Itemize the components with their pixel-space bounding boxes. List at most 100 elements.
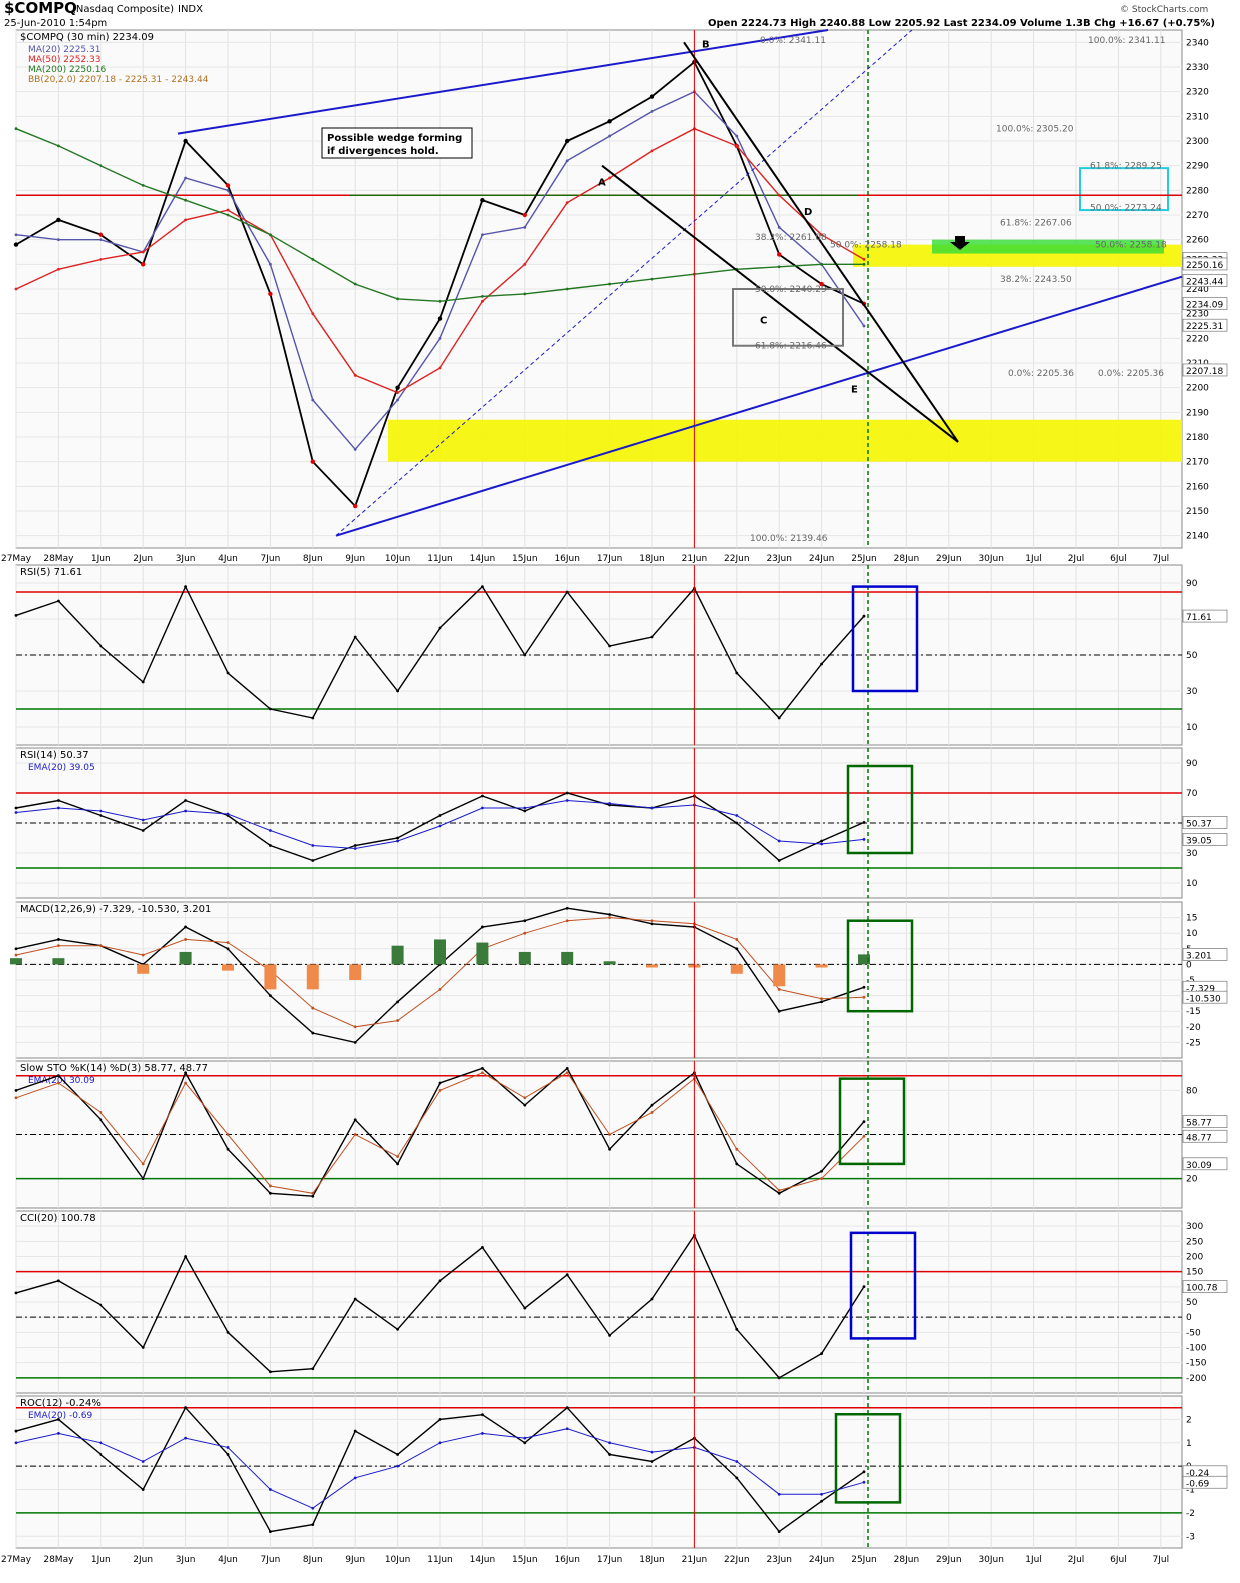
data-point xyxy=(99,1303,103,1307)
data-point xyxy=(735,1460,739,1463)
data-point xyxy=(650,922,654,926)
data-point xyxy=(523,1306,527,1310)
data-point xyxy=(820,842,823,846)
data-point xyxy=(481,585,484,588)
data-point xyxy=(820,997,823,1001)
y-tick-label: 300 xyxy=(1186,1222,1203,1232)
data-point xyxy=(396,689,399,693)
x-tick-label: 2Jul xyxy=(1068,554,1085,564)
data-point xyxy=(311,1506,315,1510)
macd-histogram-bar xyxy=(306,964,319,990)
data-point xyxy=(523,931,527,935)
data-point xyxy=(141,184,145,187)
data-point xyxy=(141,250,145,254)
value-box-label: -0.69 xyxy=(1186,1479,1210,1489)
data-point xyxy=(184,1436,188,1440)
brand-label: © StockCharts.com xyxy=(1120,5,1208,15)
data-point xyxy=(481,806,484,810)
data-point xyxy=(608,1147,611,1151)
macd-histogram-bar xyxy=(179,951,192,965)
data-point xyxy=(269,1184,272,1188)
macd-histogram-bar xyxy=(349,964,362,980)
data-point xyxy=(777,193,781,197)
data-point xyxy=(735,1327,739,1331)
y-tick-label: 10 xyxy=(1186,723,1198,733)
data-point xyxy=(650,1111,654,1114)
data-point xyxy=(353,844,357,847)
data-point xyxy=(311,312,315,316)
price-stats: Open 2224.73 High 2240.88 Low 2205.92 La… xyxy=(708,18,1215,29)
data-point xyxy=(184,925,188,929)
value-box-label: 2250.16 xyxy=(1186,261,1223,271)
x-tick-label: 17Jun xyxy=(597,1555,623,1565)
x-tick-label: 28May xyxy=(43,554,74,564)
data-point xyxy=(396,1155,399,1158)
data-point xyxy=(862,995,866,999)
data-point xyxy=(226,671,230,675)
legend-entry: EMA(20) -0.69 xyxy=(28,1411,93,1421)
x-tick-label: 14Jun xyxy=(470,1555,496,1565)
x-tick-label: 28Jun xyxy=(894,554,920,564)
data-point xyxy=(523,225,527,229)
macd-histogram-bar xyxy=(434,939,446,965)
data-point xyxy=(438,1441,442,1445)
y-tick-label: 50 xyxy=(1186,651,1198,661)
data-point xyxy=(310,459,315,464)
data-point xyxy=(226,1133,230,1136)
x-tick-label: 4Jun xyxy=(218,1555,238,1565)
data-point xyxy=(820,1499,823,1503)
data-point xyxy=(523,919,527,923)
data-point xyxy=(141,953,145,957)
data-point xyxy=(820,262,823,266)
data-point xyxy=(523,1436,527,1440)
data-point xyxy=(226,1147,230,1151)
legend-entry: EMA(20) 30.09 xyxy=(28,1076,95,1086)
data-point xyxy=(396,297,399,301)
annotation-note: Possible wedge forming if divergences hol… xyxy=(321,127,473,159)
data-point xyxy=(438,1089,442,1092)
data-point xyxy=(57,799,60,802)
data-point xyxy=(862,1470,866,1474)
y-tick-label: 2220 xyxy=(1186,334,1209,344)
data-point xyxy=(777,1530,781,1534)
data-point xyxy=(437,316,443,321)
data-point xyxy=(141,1488,145,1491)
data-point xyxy=(226,213,230,217)
data-point xyxy=(57,1432,60,1435)
data-point xyxy=(353,1025,357,1029)
data-point xyxy=(226,812,230,816)
x-tick-label: 3Jun xyxy=(176,554,196,564)
data-point xyxy=(353,1133,357,1136)
x-tick-label: 21Jun xyxy=(682,1555,708,1565)
y-tick-label: -150 xyxy=(1186,1359,1207,1369)
value-box-label: 2225.31 xyxy=(1186,322,1223,332)
data-point xyxy=(565,590,569,594)
data-point xyxy=(14,233,18,237)
data-point xyxy=(608,644,611,648)
panel-title: MACD(12,26,9) -7.329, -10.530, 3.201 xyxy=(20,904,211,915)
data-point xyxy=(523,1103,527,1107)
data-point xyxy=(650,149,654,153)
y-tick-label: 0 xyxy=(1186,960,1192,970)
y-tick-label: 30 xyxy=(1186,687,1198,697)
data-point xyxy=(438,1417,442,1421)
data-point xyxy=(184,1071,188,1075)
y-tick-label: 2300 xyxy=(1186,137,1209,147)
x-tick-label: 11Jun xyxy=(427,554,453,564)
x-tick-label: 1Jun xyxy=(91,554,111,564)
data-point xyxy=(184,1406,188,1410)
data-point xyxy=(184,809,188,813)
data-point xyxy=(226,208,230,212)
y-tick-label: 250 xyxy=(1186,1237,1203,1247)
data-point xyxy=(438,1279,442,1283)
data-point xyxy=(650,1450,654,1454)
data-point xyxy=(226,941,230,944)
x-tick-label: 15Jun xyxy=(512,554,538,564)
data-point xyxy=(353,635,357,639)
y-tick-label: 2140 xyxy=(1186,532,1209,542)
data-point xyxy=(184,1255,188,1258)
data-point xyxy=(481,1246,484,1249)
data-point xyxy=(269,262,272,266)
y-tick-label: -15 xyxy=(1186,1007,1201,1017)
data-point xyxy=(735,938,739,941)
